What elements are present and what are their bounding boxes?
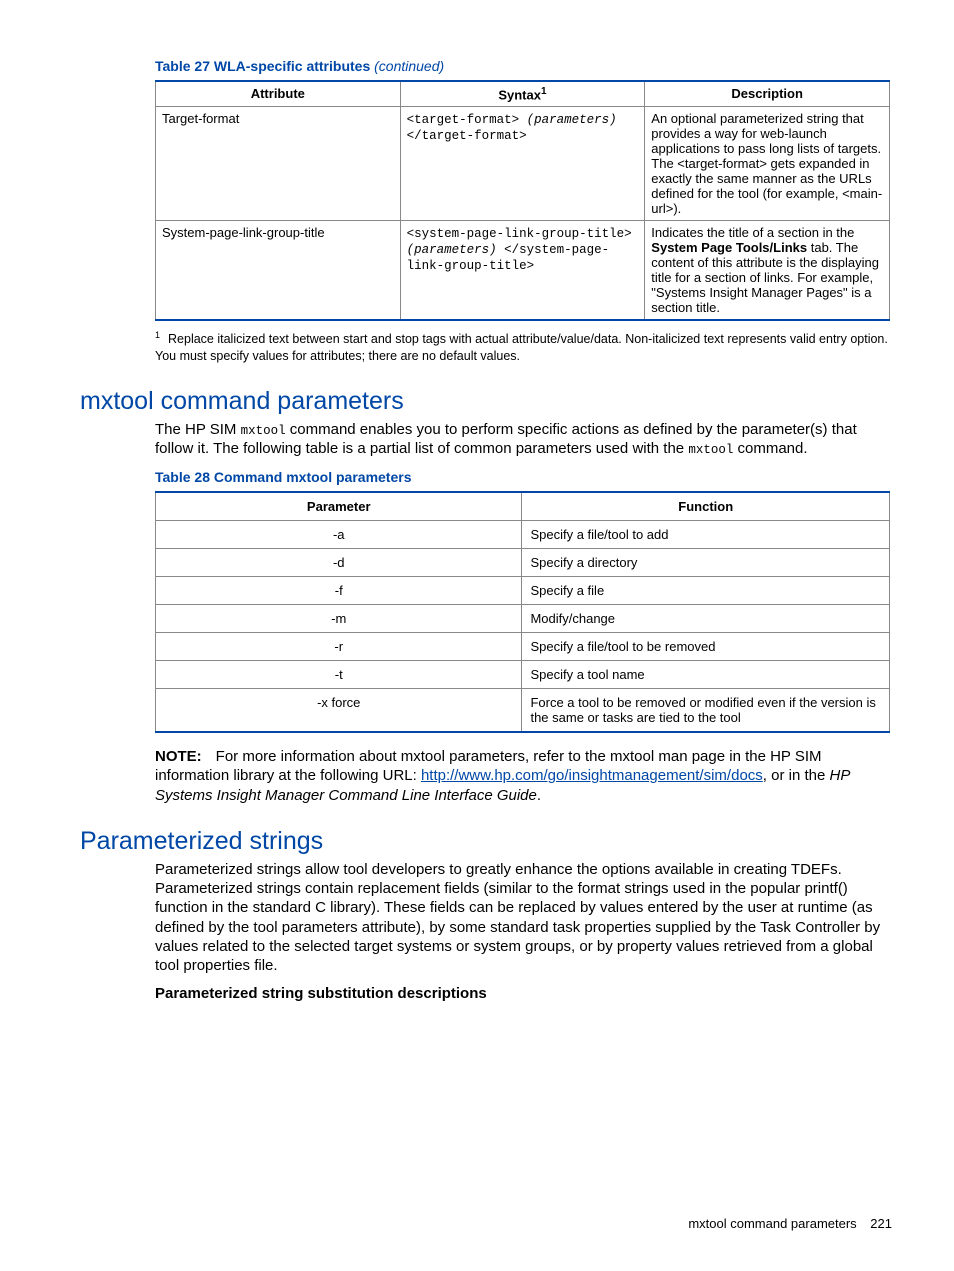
table-row: System-page-link-group-title <system-pag… — [156, 221, 890, 321]
syntax-param: (parameters) — [527, 113, 617, 127]
para-mxtool: The HP SIM mxtool command enables you to… — [155, 420, 890, 458]
syntax-open: <target-format> — [407, 113, 527, 127]
table-27: Attribute Syntax1 Description Target-for… — [155, 80, 890, 321]
cell-description: Indicates the title of a section in the … — [645, 221, 890, 321]
cell-func: Specify a file — [522, 576, 890, 604]
cell-syntax: <system-page-link-group-title> (paramete… — [400, 221, 645, 321]
para-code1: mxtool — [241, 424, 286, 438]
subheading-substitution: Parameterized string substitution descri… — [155, 985, 892, 1002]
syntax-open: <system-page-link-group-title> — [407, 227, 632, 241]
table-row: -a Specify a file/tool to add — [156, 520, 890, 548]
syntax-param: (parameters) — [407, 243, 497, 257]
cell-func: Specify a directory — [522, 548, 890, 576]
heading-mxtool: mxtool command parameters — [80, 387, 892, 416]
cell-param: -t — [156, 660, 522, 688]
heading-param-strings: Parameterized strings — [80, 827, 892, 856]
cell-param: -f — [156, 576, 522, 604]
cell-func: Specify a file/tool to add — [522, 520, 890, 548]
th-syntax: Syntax1 — [400, 81, 645, 107]
note-link[interactable]: http://www.hp.com/go/insightmanagement/s… — [421, 767, 763, 784]
footer: mxtool command parameters 221 — [688, 1216, 892, 1231]
cell-syntax: <target-format> (parameters) </target-fo… — [400, 107, 645, 221]
para-code2: mxtool — [688, 443, 733, 457]
cell-attribute: Target-format — [156, 107, 401, 221]
desc-pre: Indicates the title of a section in the — [651, 225, 854, 240]
footnote-num: 1 — [155, 330, 160, 340]
th-function: Function — [522, 492, 890, 521]
footer-page: 221 — [870, 1216, 892, 1231]
footer-text: mxtool command parameters — [688, 1216, 856, 1231]
table-27-continued: (continued) — [374, 58, 444, 74]
para-post: command. — [733, 440, 807, 457]
note-post: . — [537, 787, 541, 804]
desc-bold: System Page Tools/Links — [651, 240, 807, 255]
cell-param: -x force — [156, 688, 522, 732]
syntax-close: </target-format> — [407, 129, 527, 143]
th-attribute: Attribute — [156, 81, 401, 107]
th-syntax-sup: 1 — [541, 86, 547, 97]
th-parameter: Parameter — [156, 492, 522, 521]
para-pre: The HP SIM — [155, 421, 241, 438]
table-row: -r Specify a file/tool to be removed — [156, 632, 890, 660]
table-27-footnote: 1Replace italicized text between start a… — [155, 329, 890, 365]
note-label: NOTE: — [155, 748, 202, 765]
cell-param: -a — [156, 520, 522, 548]
cell-param: -m — [156, 604, 522, 632]
table-28-title: Table 28 Command mxtool parameters — [155, 469, 892, 485]
cell-description: An optional parameterized string that pr… — [645, 107, 890, 221]
cell-attribute: System-page-link-group-title — [156, 221, 401, 321]
cell-func: Specify a file/tool to be removed — [522, 632, 890, 660]
th-syntax-text: Syntax — [498, 87, 541, 102]
table-28: Parameter Function -a Specify a file/too… — [155, 491, 890, 733]
table-row: -d Specify a directory — [156, 548, 890, 576]
table-row: -m Modify/change — [156, 604, 890, 632]
para-param-strings: Parameterized strings allow tool develop… — [155, 860, 890, 975]
cell-func: Force a tool to be removed or modified e… — [522, 688, 890, 732]
note-mid: , or in the — [763, 767, 830, 784]
cell-param: -r — [156, 632, 522, 660]
table-row: -f Specify a file — [156, 576, 890, 604]
cell-func: Specify a tool name — [522, 660, 890, 688]
footnote-text: Replace italicized text between start an… — [155, 332, 888, 363]
table-row: Target-format <target-format> (parameter… — [156, 107, 890, 221]
table-row: -t Specify a tool name — [156, 660, 890, 688]
note-block: NOTE:For more information about mxtool p… — [155, 747, 890, 806]
table-27-title: Table 27 WLA-specific attributes (contin… — [155, 58, 892, 74]
th-description: Description — [645, 81, 890, 107]
cell-param: -d — [156, 548, 522, 576]
table-27-title-text: Table 27 WLA-specific attributes — [155, 58, 370, 74]
table-row: -x force Force a tool to be removed or m… — [156, 688, 890, 732]
cell-func: Modify/change — [522, 604, 890, 632]
